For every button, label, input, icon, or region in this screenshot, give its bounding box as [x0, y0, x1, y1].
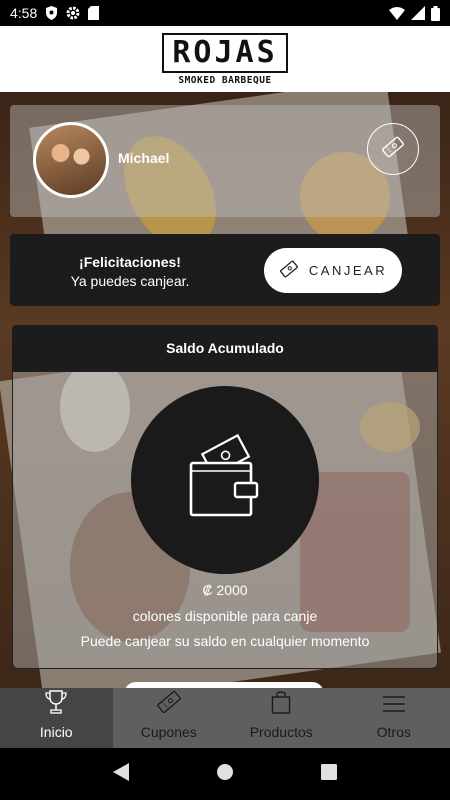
balance-amount: ₡ 2000: [202, 582, 248, 598]
canjear-button[interactable]: CANJEAR: [264, 248, 402, 293]
avatar: [33, 122, 109, 198]
system-nav-bar: [0, 748, 450, 800]
brand-name: ROJAS: [172, 34, 278, 70]
nav-label-productos: Productos: [249, 724, 313, 740]
wallet-badge: [131, 386, 319, 574]
balance-note: colones disponible para canje: [132, 608, 318, 624]
nav-label-inicio: Inicio: [39, 724, 73, 740]
shield-icon: [45, 6, 58, 20]
balance-hint: Puede canjear su saldo en cualquier mome…: [80, 633, 370, 649]
signal-icon: [411, 6, 425, 20]
nav-label-otros: Otros: [376, 724, 411, 740]
bottom-nav: Inicio Cupones Productos Otros: [0, 688, 450, 748]
redeem-subtitle: Ya puedes canjear.: [70, 273, 190, 289]
nav-item-inicio[interactable]: Inicio: [0, 688, 113, 748]
shopping-bag-icon: [271, 690, 291, 717]
battery-icon: [431, 5, 440, 21]
redeem-title: ¡Felicitaciones!: [79, 254, 181, 270]
ticket-icon: [279, 259, 299, 282]
brand-header: ROJAS SMOKED BARBEQUE: [0, 26, 450, 92]
nav-item-cupones[interactable]: Cupones: [113, 688, 226, 748]
nav-label-cupones: Cupones: [140, 724, 197, 740]
menu-icon: [382, 694, 406, 717]
brand-tagline: SMOKED BARBEQUE: [178, 74, 272, 86]
coupon-button[interactable]: [367, 123, 419, 175]
status-time: 4:58: [10, 5, 38, 21]
profile-card: Michael: [10, 105, 440, 217]
redeem-banner: ¡Felicitaciones! Ya puedes canjear. CANJ…: [10, 234, 440, 306]
home-icon[interactable]: [216, 763, 234, 786]
balance-card: ₡ 2000 colones disponible para canje Pue…: [12, 371, 438, 669]
wallet-icon: [187, 433, 263, 528]
balance-header: Saldo Acumulado: [12, 325, 438, 371]
nav-item-productos[interactable]: Productos: [225, 688, 338, 748]
user-name: Michael: [118, 150, 170, 166]
gear-icon: [66, 6, 80, 20]
back-icon[interactable]: [113, 762, 130, 786]
sd-card-icon: [88, 6, 100, 20]
ticket-icon: [380, 134, 406, 165]
brand-logo: ROJAS: [162, 32, 288, 73]
wifi-icon: [389, 6, 405, 20]
ticket-icon: [156, 690, 182, 717]
nav-item-otros[interactable]: Otros: [338, 688, 450, 748]
trophy-icon: [45, 690, 67, 717]
recents-icon[interactable]: [320, 763, 337, 785]
canjear-label: CANJEAR: [308, 263, 388, 278]
status-bar: 4:58: [0, 0, 450, 26]
